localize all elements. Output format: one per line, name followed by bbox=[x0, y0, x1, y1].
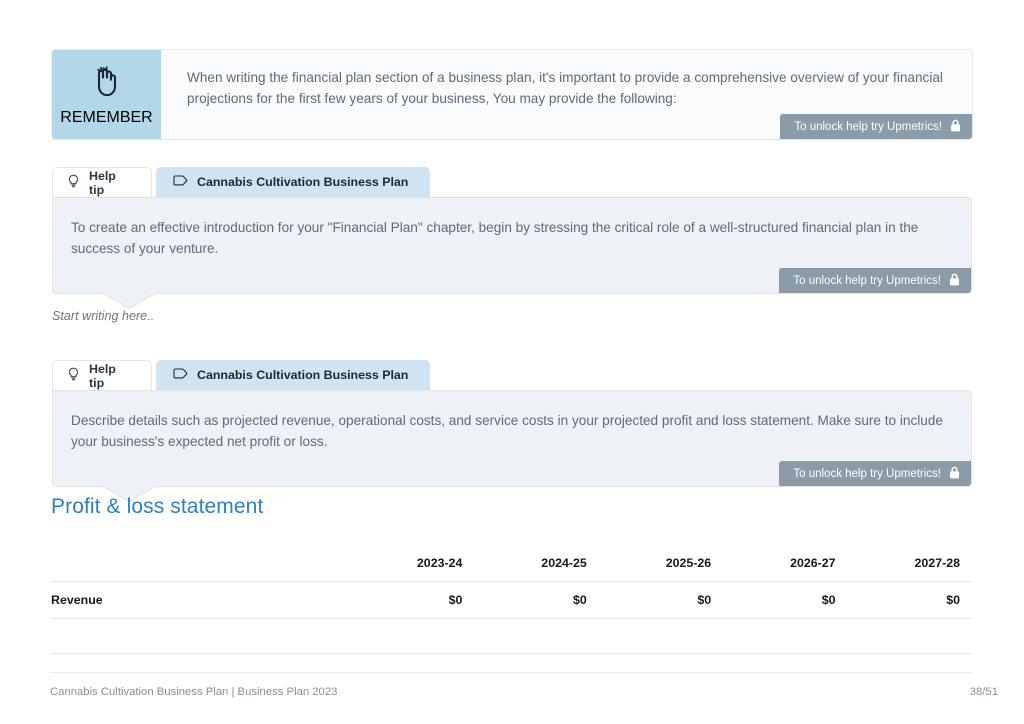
tab-business-plan-label: Cannabis Cultivation Business Plan bbox=[197, 368, 409, 382]
unlock-badge-label: To unlock help try Upmetrics! bbox=[793, 274, 941, 287]
help-tip-body-2: Describe details such as projected reven… bbox=[52, 390, 972, 501]
help-tip-text-2: Describe details such as projected reven… bbox=[71, 413, 943, 449]
cell-revenue-2027-28: $0 bbox=[946, 592, 960, 607]
tab-business-plan-label: Cannabis Cultivation Business Plan bbox=[197, 175, 409, 189]
tag-icon bbox=[173, 174, 188, 190]
lightbulb-icon bbox=[67, 367, 80, 384]
help-tip-block-2: Help tip Cannabis Cultivation Business P… bbox=[52, 360, 972, 501]
footer-page-number: 38/51 bbox=[969, 686, 998, 698]
lock-icon bbox=[950, 119, 961, 135]
remember-text: When writing the financial plan section … bbox=[187, 70, 943, 106]
unlock-badge-label: To unlock help try Upmetrics! bbox=[793, 467, 941, 480]
remember-content: When writing the financial plan section … bbox=[161, 50, 972, 139]
help-tip-text-1: To create an effective introduction for … bbox=[71, 220, 919, 256]
cell-revenue-2024-25: $0 bbox=[572, 592, 587, 607]
lock-icon bbox=[949, 466, 960, 482]
table-col-2026-27: 2026-27 bbox=[790, 555, 836, 570]
document-page: REMEMBER When writing the financial plan… bbox=[0, 0, 1024, 724]
tab-help-tip-label: Help tip bbox=[89, 168, 116, 197]
lock-icon bbox=[949, 273, 960, 289]
profit-loss-table: 2023-24 2024-25 2025-26 2026-27 2027-28 … bbox=[50, 545, 972, 619]
tab-business-plan[interactable]: Cannabis Cultivation Business Plan bbox=[156, 360, 431, 390]
table-col-2025-26: 2025-26 bbox=[665, 555, 712, 570]
tab-help-tip[interactable]: Help tip bbox=[52, 167, 152, 197]
unlock-upmetrics-badge[interactable]: To unlock help try Upmetrics! bbox=[779, 268, 971, 293]
help-tip-block-1: Help tip Cannabis Cultivation Business P… bbox=[52, 167, 972, 308]
tip-tail bbox=[101, 292, 157, 308]
lightbulb-icon bbox=[67, 174, 80, 191]
unlock-upmetrics-badge[interactable]: To unlock help try Upmetrics! bbox=[779, 461, 971, 486]
table-col-2023-24: 2023-24 bbox=[416, 555, 463, 570]
row-label-revenue: Revenue bbox=[51, 592, 103, 607]
table-header-row: 2023-24 2024-25 2025-26 2026-27 2027-28 bbox=[50, 545, 972, 581]
table-body: Revenue $0 $0 $0 $0 $0 bbox=[50, 581, 972, 618]
footer-divider bbox=[50, 672, 972, 673]
table-col-2027-28: 2027-28 bbox=[914, 555, 960, 570]
table-col-2024-25: 2024-25 bbox=[541, 555, 587, 570]
table-col-label bbox=[50, 545, 350, 581]
unlock-upmetrics-badge[interactable]: To unlock help try Upmetrics! bbox=[780, 114, 972, 139]
tab-bar-2: Help tip Cannabis Cultivation Business P… bbox=[52, 360, 972, 390]
cell-revenue-2025-26: $0 bbox=[697, 592, 712, 607]
cell-revenue-2026-27: $0 bbox=[821, 592, 836, 607]
hand-with-string-icon bbox=[90, 64, 124, 105]
unlock-badge-label: To unlock help try Upmetrics! bbox=[794, 120, 942, 133]
remember-label: REMEMBER bbox=[60, 109, 153, 126]
footer-document-title: Cannabis Cultivation Business Plan | Bus… bbox=[50, 686, 338, 698]
tab-business-plan[interactable]: Cannabis Cultivation Business Plan bbox=[156, 167, 431, 197]
cell-revenue-2023-24: $0 bbox=[448, 592, 463, 607]
tag-icon bbox=[173, 367, 188, 383]
remember-badge: REMEMBER bbox=[52, 50, 161, 139]
tab-help-tip[interactable]: Help tip bbox=[52, 360, 152, 390]
tab-help-tip-label: Help tip bbox=[89, 361, 116, 390]
table-bottom-divider bbox=[50, 653, 972, 654]
table-header: 2023-24 2024-25 2025-26 2026-27 2027-28 bbox=[50, 545, 972, 581]
page-title: Profit & loss statement bbox=[51, 495, 264, 518]
editor-placeholder[interactable]: Start writing here.. bbox=[52, 309, 154, 323]
remember-callout: REMEMBER When writing the financial plan… bbox=[52, 50, 972, 139]
help-tip-body-1: To create an effective introduction for … bbox=[52, 197, 972, 308]
table-row: Revenue $0 $0 $0 $0 $0 bbox=[50, 581, 972, 618]
tab-bar-1: Help tip Cannabis Cultivation Business P… bbox=[52, 167, 972, 197]
